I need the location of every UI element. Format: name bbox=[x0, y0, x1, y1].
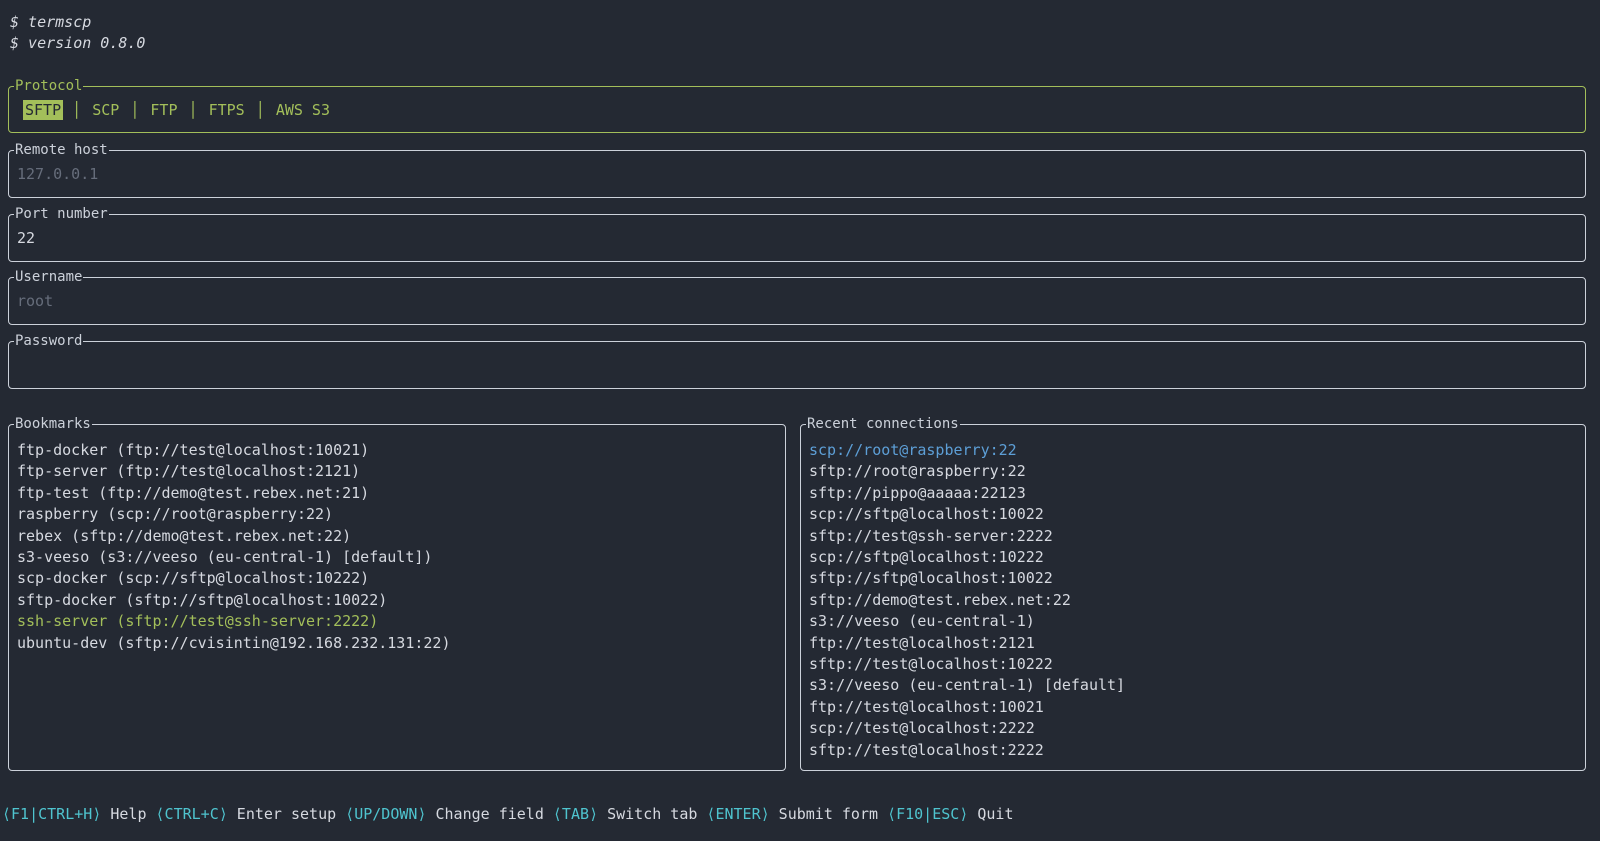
recent-connection-item[interactable]: scp://root@raspberry:22 bbox=[809, 440, 1577, 461]
help-description: Help bbox=[101, 805, 155, 823]
remote-host-input[interactable] bbox=[9, 151, 1585, 197]
protocol-tab-aws-s3[interactable]: AWS S3 bbox=[274, 100, 332, 120]
protocol-tab-ftp[interactable]: FTP bbox=[148, 100, 179, 120]
help-description: Switch tab bbox=[598, 805, 706, 823]
bookmark-item[interactable]: rebex (sftp://demo@test.rebex.net:22) bbox=[17, 526, 777, 547]
bookmark-item[interactable]: s3-veeso (s3://veeso (eu-central-1) [def… bbox=[17, 547, 777, 568]
password-box: Password bbox=[8, 341, 1586, 389]
recent-connection-item[interactable]: scp://test@localhost:2222 bbox=[809, 718, 1577, 739]
bookmarks-label: Bookmarks bbox=[14, 415, 92, 433]
username-input[interactable] bbox=[9, 278, 1585, 324]
protocol-box-label: Protocol bbox=[14, 77, 83, 95]
recent-connection-item[interactable]: sftp://test@localhost:2222 bbox=[809, 740, 1577, 761]
help-key: ⟨ENTER⟩ bbox=[706, 805, 769, 823]
username-box: Username bbox=[8, 277, 1586, 325]
protocol-separator: │ bbox=[180, 101, 207, 119]
username-label: Username bbox=[14, 268, 83, 286]
password-label: Password bbox=[14, 332, 83, 350]
protocol-tab-sftp[interactable]: SFTP bbox=[23, 100, 63, 120]
recent-connections-box: Recent connections scp://root@raspberry:… bbox=[800, 424, 1586, 771]
recent-connection-item[interactable]: ftp://test@localhost:10021 bbox=[809, 697, 1577, 718]
recent-connection-item[interactable]: s3://veeso (eu-central-1) [default] bbox=[809, 675, 1577, 696]
recent-connection-item[interactable]: sftp://root@raspberry:22 bbox=[809, 461, 1577, 482]
bookmark-item[interactable]: sftp-docker (sftp://sftp@localhost:10022… bbox=[17, 590, 777, 611]
port-number-box: Port number bbox=[8, 214, 1586, 262]
help-key: ⟨UP/DOWN⟩ bbox=[345, 805, 426, 823]
help-description: Quit bbox=[968, 805, 1013, 823]
help-description: Submit form bbox=[770, 805, 887, 823]
remote-host-box: Remote host bbox=[8, 150, 1586, 198]
recent-connection-item[interactable]: scp://sftp@localhost:10222 bbox=[809, 547, 1577, 568]
recent-list: scp://root@raspberry:22sftp://root@raspb… bbox=[801, 425, 1585, 770]
help-description: Enter setup bbox=[228, 805, 345, 823]
port-number-label: Port number bbox=[14, 205, 109, 223]
help-key: ⟨F1|CTRL+H⟩ bbox=[2, 805, 101, 823]
recent-connection-item[interactable]: s3://veeso (eu-central-1) bbox=[809, 611, 1577, 632]
protocol-options: SFTP │ SCP │ FTP │ FTPS │ AWS S3 bbox=[9, 87, 1585, 132]
bookmark-item[interactable]: ftp-test (ftp://demo@test.rebex.net:21) bbox=[17, 483, 777, 504]
termscp-window: $ termscp $ version 0.8.0 Protocol SFTP … bbox=[0, 0, 1600, 841]
protocol-separator: │ bbox=[247, 101, 274, 119]
help-description: Change field bbox=[426, 805, 552, 823]
help-key: ⟨F10|ESC⟩ bbox=[887, 805, 968, 823]
port-number-input[interactable] bbox=[9, 215, 1585, 261]
protocol-box: Protocol SFTP │ SCP │ FTP │ FTPS │ AWS S… bbox=[8, 86, 1586, 133]
protocol-tab-ftps[interactable]: FTPS bbox=[207, 100, 247, 120]
recent-connection-item[interactable]: sftp://demo@test.rebex.net:22 bbox=[809, 590, 1577, 611]
help-key: ⟨TAB⟩ bbox=[553, 805, 598, 823]
recent-connection-item[interactable]: sftp://test@ssh-server:2222 bbox=[809, 526, 1577, 547]
bookmark-item[interactable]: raspberry (scp://root@raspberry:22) bbox=[17, 504, 777, 525]
bookmarks-list: ftp-docker (ftp://test@localhost:10021)f… bbox=[9, 425, 785, 770]
header-command-line: $ termscp bbox=[10, 12, 145, 33]
bookmark-item[interactable]: ftp-server (ftp://test@localhost:2121) bbox=[17, 461, 777, 482]
protocol-separator: │ bbox=[121, 101, 148, 119]
recent-connection-item[interactable]: ftp://test@localhost:2121 bbox=[809, 633, 1577, 654]
recent-connection-item[interactable]: sftp://test@localhost:10222 bbox=[809, 654, 1577, 675]
recent-connections-label: Recent connections bbox=[806, 415, 960, 433]
bookmark-item[interactable]: ftp-docker (ftp://test@localhost:10021) bbox=[17, 440, 777, 461]
bookmark-item[interactable]: ssh-server (sftp://test@ssh-server:2222) bbox=[17, 611, 777, 632]
terminal-header: $ termscp $ version 0.8.0 bbox=[10, 12, 145, 54]
help-key: ⟨CTRL+C⟩ bbox=[156, 805, 228, 823]
header-version-line: $ version 0.8.0 bbox=[10, 33, 145, 54]
bookmark-item[interactable]: scp-docker (scp://sftp@localhost:10222) bbox=[17, 568, 777, 589]
protocol-separator: │ bbox=[63, 101, 90, 119]
recent-connection-item[interactable]: sftp://pippo@aaaaa:22123 bbox=[809, 483, 1577, 504]
recent-connection-item[interactable]: sftp://sftp@localhost:10022 bbox=[809, 568, 1577, 589]
bookmark-item[interactable]: ubuntu-dev (sftp://cvisintin@192.168.232… bbox=[17, 633, 777, 654]
protocol-tab-scp[interactable]: SCP bbox=[90, 100, 121, 120]
recent-connection-item[interactable]: scp://sftp@localhost:10022 bbox=[809, 504, 1577, 525]
bookmarks-box: Bookmarks ftp-docker (ftp://test@localho… bbox=[8, 424, 786, 771]
remote-host-label: Remote host bbox=[14, 141, 109, 159]
password-input[interactable] bbox=[9, 342, 1585, 388]
help-bar: ⟨F1|CTRL+H⟩ Help ⟨CTRL+C⟩ Enter setup ⟨U… bbox=[2, 804, 1014, 825]
